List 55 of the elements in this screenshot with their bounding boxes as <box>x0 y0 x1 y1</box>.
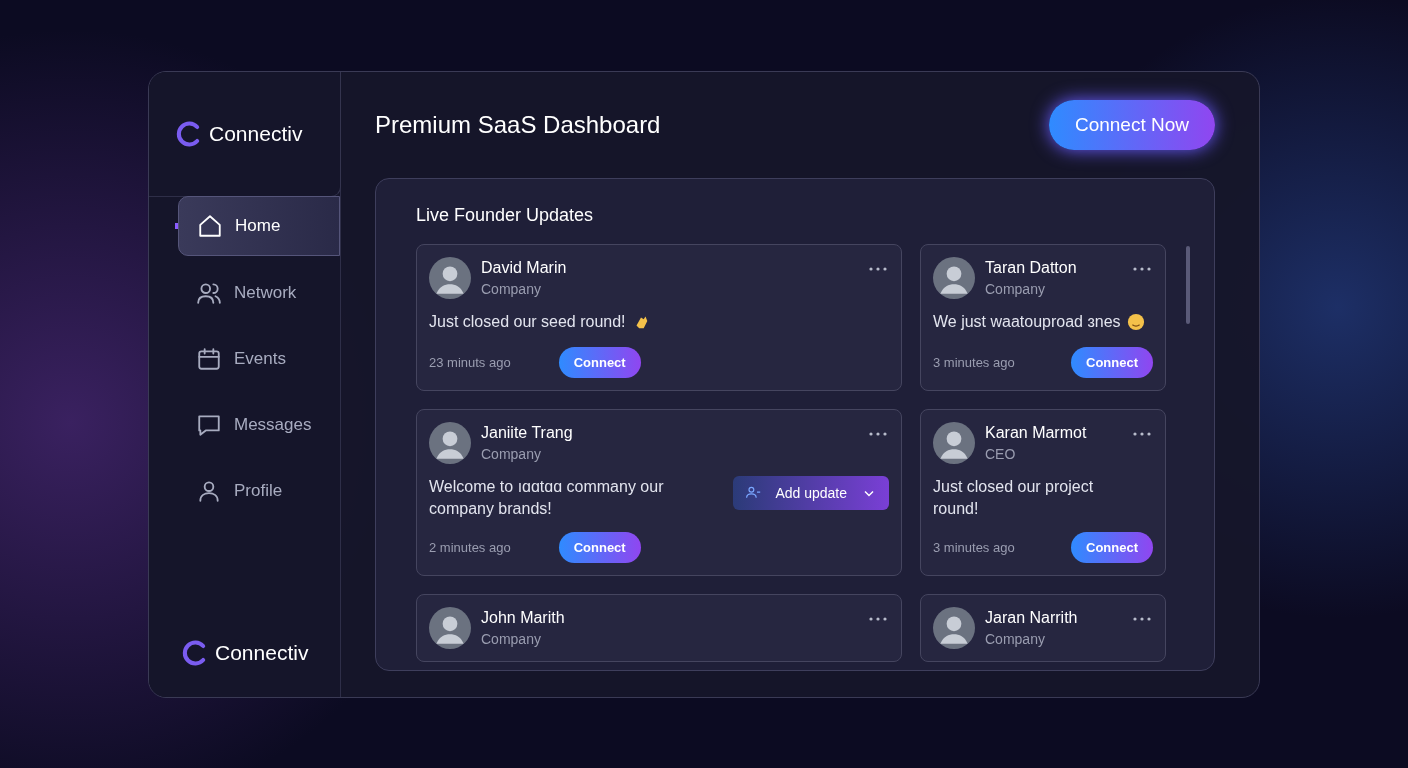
connect-button[interactable]: Connect <box>558 532 641 563</box>
avatar-icon <box>429 422 471 464</box>
users-icon <box>745 485 762 501</box>
update-message: Welcome to ıɑɑtɑɑ commany our company brands! <box>429 477 665 519</box>
founder-role: Company <box>481 446 542 462</box>
avatar-icon <box>933 607 975 649</box>
connect-button[interactable]: Connect <box>558 347 641 378</box>
sidebar-item[interactable]: Messages <box>178 396 340 454</box>
feed-title: Live Founder Updates <box>416 205 595 226</box>
home-icon <box>197 213 223 239</box>
sidebar-item[interactable]: Network <box>178 264 340 322</box>
connect-button[interactable]: Connect <box>1071 347 1153 378</box>
sidebar-item[interactable]: Events <box>178 330 340 388</box>
update-message: We just waatouproad ɜnes <box>933 312 1121 332</box>
sidebar-item[interactable]: Profile <box>178 462 340 520</box>
founder-name: Janiite Trang <box>481 424 574 442</box>
calendar-icon <box>196 346 222 372</box>
timestamp: 23 minuts ago <box>429 355 511 370</box>
update-message: Just closed our seed round! <box>429 312 626 332</box>
brand-name: Connectiv <box>215 641 309 665</box>
more-icon[interactable] <box>1133 617 1151 621</box>
user-icon <box>196 478 222 504</box>
founder-role: Company <box>985 281 1046 297</box>
avatar-icon <box>933 422 975 464</box>
founder-name: Karan Marmot <box>985 424 1088 442</box>
add-update-dropdown[interactable]: Add update <box>733 476 889 510</box>
founder-role: Company <box>985 631 1046 647</box>
founder-name: Taran Datton <box>985 259 1078 277</box>
avatar-icon <box>933 257 975 299</box>
users-icon <box>196 280 222 306</box>
more-icon[interactable] <box>869 617 887 621</box>
more-icon[interactable] <box>1133 432 1151 436</box>
founder-role: Company <box>481 281 542 297</box>
founder-name: Jaran Narrith <box>985 609 1079 627</box>
founder-role: CEO <box>985 446 1017 462</box>
avatar-icon <box>429 257 471 299</box>
more-icon[interactable] <box>869 432 887 436</box>
timestamp: 3 minutes ago <box>933 540 1015 555</box>
timestamp: 2 minutes ago <box>429 540 511 555</box>
message-icon <box>196 412 222 438</box>
scrollbar[interactable] <box>1186 246 1190 324</box>
timestamp: 3 minutes ago <box>933 355 1015 370</box>
update-message: Just closed our project round! <box>933 477 1095 519</box>
smiley-face-icon <box>1126 313 1145 331</box>
founder-name: David Marin <box>481 259 568 277</box>
founder-name: John Marith <box>481 609 566 627</box>
brand-name: Connectiv <box>209 122 303 146</box>
founder-role: Company <box>481 631 542 647</box>
sidebar-item[interactable]: Home <box>178 196 340 256</box>
connect-now-button[interactable]: Connect Now <box>1048 100 1215 150</box>
connect-button[interactable]: Connect <box>1071 532 1153 563</box>
more-icon[interactable] <box>869 267 887 271</box>
more-icon[interactable] <box>1133 267 1151 271</box>
page-title: Premium SaaS Dashboard <box>375 111 661 139</box>
avatar-icon <box>429 607 471 649</box>
